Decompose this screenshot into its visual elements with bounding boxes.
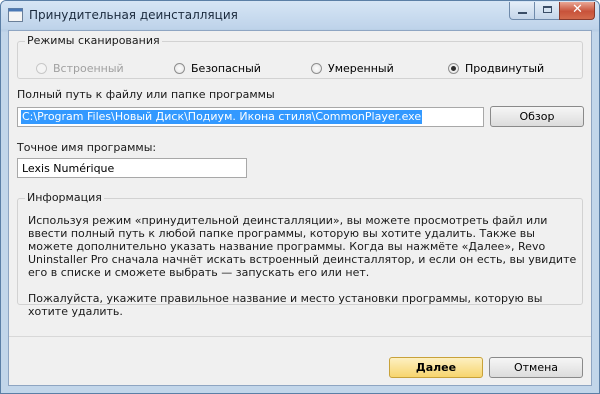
radio-moderate[interactable]: Умеренный xyxy=(311,62,394,75)
app-icon xyxy=(8,8,23,22)
program-name-input[interactable]: Lexis Numérique xyxy=(17,158,247,178)
close-button[interactable]: ✕ xyxy=(559,2,595,20)
radio-indicator xyxy=(448,63,459,74)
info-text: Используя режим «принудительной деинстал… xyxy=(28,214,582,331)
path-input[interactable]: C:\Program Files\Новый Диск\Подиум. Икон… xyxy=(17,107,484,127)
path-input-value: C:\Program Files\Новый Диск\Подиум. Икон… xyxy=(21,110,423,124)
next-button[interactable]: Далее xyxy=(389,357,483,378)
path-label: Полный путь к файлу или папке программы xyxy=(17,88,275,101)
info-paragraph: Используя режим «принудительной деинстал… xyxy=(28,214,577,279)
footer-separator xyxy=(9,336,591,337)
radio-label: Встроенный xyxy=(53,62,124,75)
radio-indicator xyxy=(311,63,322,74)
dialog-body: Режимы сканирования Встроенный Безопасны… xyxy=(8,30,592,386)
info-paragraph: Пожалуйста, укажите правильное название … xyxy=(28,292,543,318)
radio-advanced[interactable]: Продвинутый xyxy=(448,62,544,75)
radio-label: Умеренный xyxy=(328,62,394,75)
minimize-icon xyxy=(518,12,527,14)
info-group: Информация Используя режим «принудительн… xyxy=(17,191,583,318)
radio-indicator xyxy=(36,63,47,74)
maximize-icon xyxy=(543,6,552,13)
radio-builtin[interactable]: Встроенный xyxy=(36,62,124,75)
scan-modes-group: Режимы сканирования Встроенный Безопасны… xyxy=(17,34,583,79)
program-name-value: Lexis Numérique xyxy=(22,162,115,175)
title-bar[interactable]: Принудительная деинсталляция ✕ xyxy=(1,1,599,29)
minimize-button[interactable] xyxy=(509,2,535,20)
cancel-button[interactable]: Отмена xyxy=(489,357,583,378)
dialog-window: Принудительная деинсталляция ✕ Режимы ск… xyxy=(0,0,600,394)
radio-indicator xyxy=(174,63,185,74)
info-legend: Информация xyxy=(25,191,104,204)
browse-button[interactable]: Обзор xyxy=(490,106,584,127)
close-icon: ✕ xyxy=(572,2,583,17)
radio-label: Безопасный xyxy=(191,62,261,75)
scan-modes-legend: Режимы сканирования xyxy=(25,34,162,47)
radio-label: Продвинутый xyxy=(465,62,545,75)
program-name-label: Точное имя программы: xyxy=(17,141,157,154)
radio-safe[interactable]: Безопасный xyxy=(174,62,261,75)
window-title: Принудительная деинсталляция xyxy=(29,8,238,22)
maximize-button[interactable] xyxy=(534,2,560,20)
